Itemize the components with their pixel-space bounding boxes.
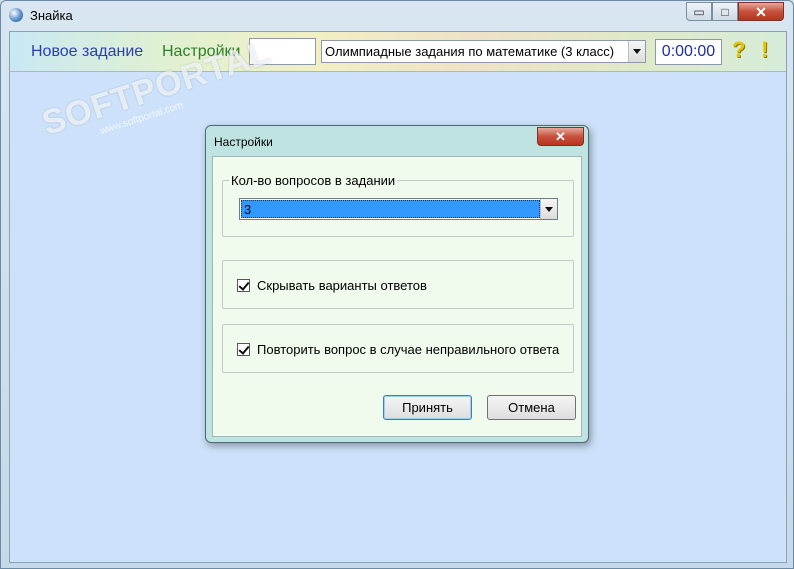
close-button[interactable]: ✕ [738, 2, 784, 21]
repeat-question-group: Повторить вопрос в случае неправильного … [222, 324, 574, 373]
window-title: Знайка [30, 8, 73, 23]
hide-answers-label: Скрывать варианты ответов [257, 278, 427, 293]
repeat-question-option[interactable]: Повторить вопрос в случае неправильного … [237, 342, 559, 357]
app-window: Знайка ▭ □ ✕ Новое задание Настройки Оли… [0, 0, 794, 569]
close-icon: ✕ [555, 129, 566, 144]
hide-answers-checkbox[interactable] [237, 279, 250, 292]
settings-link[interactable]: Настройки [162, 43, 240, 61]
watermark-url: www.softportal.com [98, 99, 185, 138]
task-select-dropdown-button[interactable] [628, 41, 645, 62]
minimize-button[interactable]: ▭ [686, 2, 712, 21]
question-count-value: 3 [244, 202, 252, 217]
timer-display: 0:00:00 [655, 39, 722, 65]
chevron-down-icon [633, 49, 641, 54]
hide-answers-option[interactable]: Скрывать варианты ответов [237, 278, 427, 293]
question-count-selection: 3 [241, 200, 540, 218]
question-count-select[interactable]: 3 [239, 198, 558, 220]
settings-dialog: Настройки ✕ Кол-во вопросов в задании 3 … [205, 125, 589, 443]
question-count-group: Кол-во вопросов в задании 3 [222, 173, 574, 237]
question-count-dropdown-button[interactable] [540, 199, 557, 219]
accept-button[interactable]: Принять [383, 395, 472, 420]
close-icon: ✕ [755, 4, 767, 20]
dialog-title: Настройки [214, 135, 273, 149]
repeat-question-label: Повторить вопрос в случае неправильного … [257, 342, 560, 357]
title-bar[interactable]: Знайка ▭ □ ✕ [1, 1, 793, 29]
toolbar: Новое задание Настройки Олимпиадные зада… [10, 32, 786, 72]
minimize-icon: ▭ [693, 5, 705, 19]
answer-input[interactable] [249, 38, 316, 65]
hide-answers-group: Скрывать варианты ответов [222, 260, 574, 309]
cancel-button[interactable]: Отмена [487, 395, 576, 420]
task-select[interactable]: Олимпиадные задания по математике (3 кла… [321, 40, 646, 63]
help-icon[interactable]: ? [732, 37, 745, 63]
dialog-close-button[interactable]: ✕ [537, 127, 584, 146]
exclamation-icon[interactable]: ! [761, 37, 768, 63]
task-select-value: Олимпиадные задания по математике (3 кла… [325, 44, 615, 59]
app-icon [9, 8, 23, 22]
maximize-button[interactable]: □ [712, 2, 738, 21]
new-task-link[interactable]: Новое задание [31, 43, 143, 61]
dialog-body: Кол-во вопросов в задании 3 Скрывать вар… [212, 156, 582, 437]
repeat-question-checkbox[interactable] [237, 343, 250, 356]
maximize-icon: □ [721, 5, 729, 19]
question-count-label: Кол-во вопросов в задании [229, 173, 398, 188]
chevron-down-icon [545, 207, 553, 212]
